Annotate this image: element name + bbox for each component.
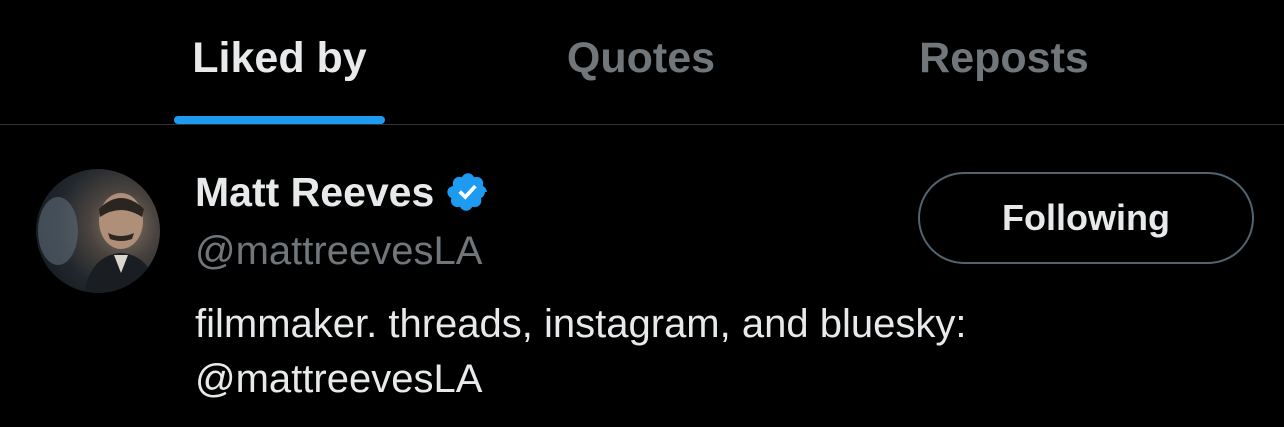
avatar[interactable] xyxy=(36,169,160,293)
user-bio: filmmaker. threads, instagram, and blues… xyxy=(195,297,1235,407)
tab-reposts[interactable]: Reposts xyxy=(895,0,1113,124)
following-button[interactable]: Following xyxy=(918,172,1254,264)
user-name-line: Matt Reeves xyxy=(195,167,490,217)
active-tab-indicator xyxy=(174,116,385,124)
tab-bar: Liked by Quotes Reposts xyxy=(0,0,1284,125)
display-name[interactable]: Matt Reeves xyxy=(195,169,434,216)
tab-liked-by-label: Liked by xyxy=(192,33,367,82)
tab-quotes-label: Quotes xyxy=(566,33,716,82)
tab-quotes[interactable]: Quotes xyxy=(540,0,742,124)
bio-line: filmmaker. threads, instagram, and blues… xyxy=(195,302,967,346)
verified-badge-icon xyxy=(446,170,490,214)
user-handle[interactable]: @mattreevesLA xyxy=(195,229,482,274)
user-list-item[interactable]: Matt Reeves @mattreevesLA Following film… xyxy=(0,125,1284,427)
tab-liked-by[interactable]: Liked by xyxy=(174,0,385,124)
bio-mention-link[interactable]: @mattreevesLA xyxy=(195,352,1235,407)
tab-reposts-label: Reposts xyxy=(919,33,1089,82)
